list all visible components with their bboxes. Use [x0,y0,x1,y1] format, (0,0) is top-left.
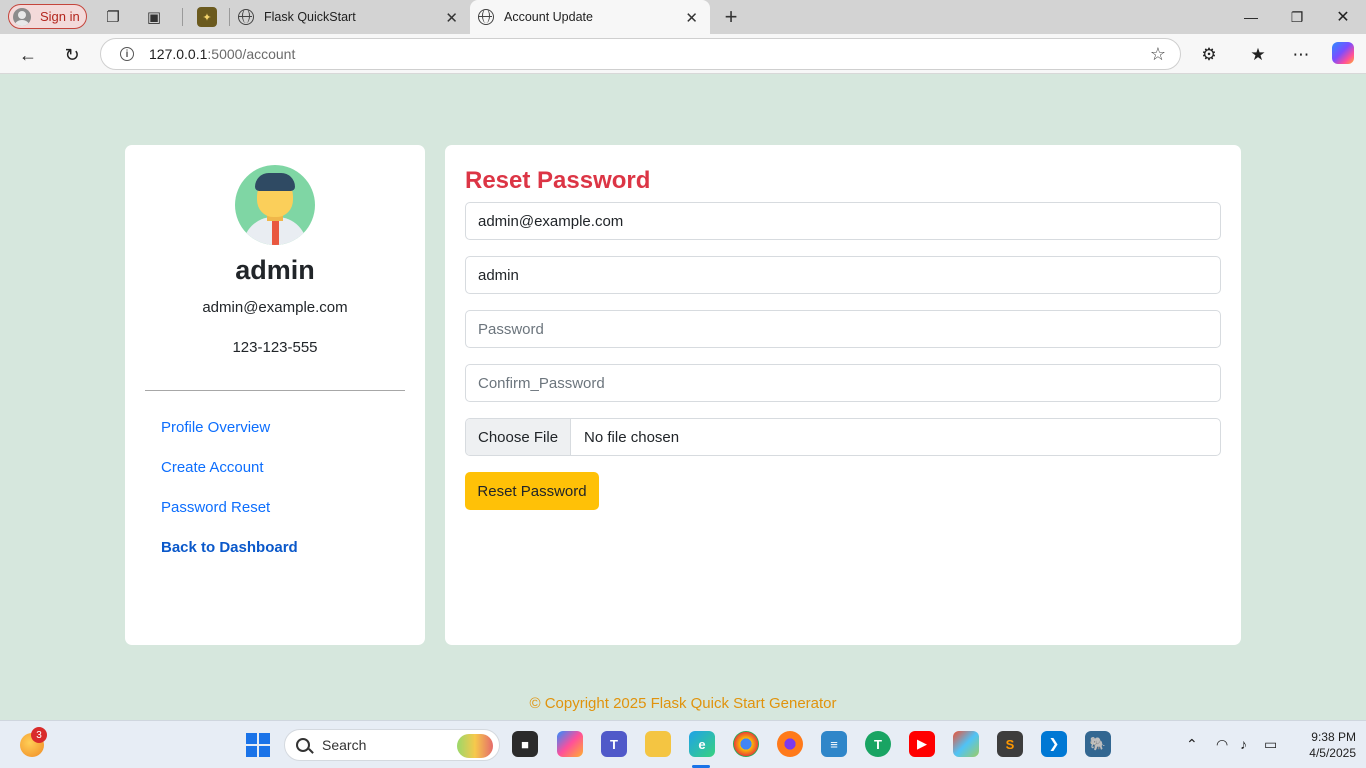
back-to-dashboard-link[interactable]: Back to Dashboard [161,539,298,556]
profile-overview-link[interactable]: Profile Overview [161,419,270,436]
browser-tab-bar: Sign in ❐ ▣ ✦ Flask QuickStart ✕ Account… [0,0,1366,34]
sublime-text-icon[interactable]: S [997,731,1023,757]
copilot-app-icon[interactable] [557,731,583,757]
taskbar-search[interactable]: Search [284,729,500,761]
wifi-icon[interactable]: ◠ [1216,736,1228,753]
restore-icon[interactable]: ❐ [1282,6,1312,28]
extensions-icon[interactable]: ⚙ [1197,43,1221,67]
new-tab-icon[interactable]: + [721,4,741,29]
minimize-icon[interactable]: — [1236,6,1266,28]
profile-email: admin@example.com [202,299,348,316]
password-field[interactable] [465,310,1221,348]
notification-badge: 3 [31,727,47,743]
tab-title: Account Update [504,10,593,24]
choose-file-button[interactable]: Choose File [466,419,572,455]
battery-icon[interactable]: ▭ [1264,736,1277,753]
profile-icon [13,7,31,26]
youtube-icon[interactable]: ▶ [909,731,935,757]
url-path: :5000/account [207,46,296,62]
firefox-icon[interactable] [777,731,803,757]
form-title: Reset Password [465,167,651,194]
close-window-icon[interactable]: ✕ [1328,6,1358,28]
pinned-tab-icon[interactable]: ✦ [197,7,217,27]
divider [145,390,405,391]
page-body: admin admin@example.com 123-123-555 Prof… [3,74,1363,717]
password-reset-link[interactable]: Password Reset [161,499,270,516]
globe-icon [478,9,494,25]
globe-icon [238,9,254,25]
favorites-icon[interactable]: ★ [1246,43,1270,67]
search-label: Search [322,737,367,753]
url-text: 127.0.0.1:5000/account [149,46,295,62]
postgresql-icon[interactable]: 🐘 [1085,731,1111,757]
copilot-icon[interactable] [1332,42,1354,64]
search-highlight-icon [457,734,493,758]
volume-icon[interactable]: ♪ [1240,736,1247,752]
search-icon [296,738,310,752]
tab-title: Flask QuickStart [264,10,356,24]
system-clock[interactable]: 9:38 PM 4/5/2025 [1290,729,1356,761]
tray-chevron-up-icon[interactable]: ⌃ [1186,736,1198,753]
reset-password-button[interactable]: Reset Password [465,472,599,510]
start-button[interactable] [246,733,270,757]
favorite-star-icon[interactable]: ☆ [1150,44,1166,65]
tab-actions-icon[interactable]: ▣ [144,7,164,27]
profile-card: admin admin@example.com 123-123-555 Prof… [125,145,425,645]
close-tab-icon[interactable]: ✕ [685,9,698,27]
sign-in-label: Sign in [40,9,80,24]
username-field[interactable] [465,256,1221,294]
clock-date: 4/5/2025 [1309,746,1356,760]
teams-icon[interactable]: T [601,731,627,757]
taskbar: 3 Search ■ T e ≡ T ▶ S ❯ 🐘 ⌃ ◠ ♪ ▭ 9:38 … [0,720,1366,768]
url-host: 127.0.0.1 [149,46,208,62]
tab-separator [182,8,183,26]
reset-password-card: Reset Password Choose File No file chose… [445,145,1241,645]
refresh-icon[interactable]: ↻ [60,43,84,67]
profile-name: admin [235,255,315,285]
sign-in-button[interactable]: Sign in [8,4,87,29]
file-status: No file chosen [584,428,680,446]
clock-time: 9:38 PM [1311,730,1356,744]
footer-copyright: © Copyright 2025 Flask Quick Start Gener… [529,695,837,712]
chrome-icon[interactable] [733,731,759,757]
workspaces-icon[interactable]: ❐ [103,7,123,27]
address-toolbar: ← ↻ i 127.0.0.1:5000/account ☆ ⚙ ★ ⋯ [0,34,1366,74]
site-info-icon[interactable]: i [120,47,134,61]
file-explorer-icon[interactable] [645,731,671,757]
task-view-icon[interactable]: ■ [512,731,538,757]
create-account-link[interactable]: Create Account [161,459,264,476]
avatar [235,165,315,245]
file-upload-field: Choose File No file chosen [465,418,1221,456]
back-arrow-icon[interactable]: ← [16,43,40,67]
email-field[interactable] [465,202,1221,240]
tab-flask-quickstart[interactable]: Flask QuickStart ✕ [230,0,470,34]
tab-account-update[interactable]: Account Update ✕ [470,0,710,34]
address-bar[interactable]: i 127.0.0.1:5000/account ☆ [100,38,1181,70]
close-tab-icon[interactable]: ✕ [445,9,458,27]
notepad-icon[interactable]: ≡ [821,731,847,757]
confirm-password-field[interactable] [465,364,1221,402]
vscode-icon[interactable]: ❯ [1041,731,1067,757]
profile-phone: 123-123-555 [232,339,318,356]
git-tool-icon[interactable] [953,731,979,757]
edge-icon[interactable]: e [689,731,715,757]
tableplus-icon[interactable]: T [865,731,891,757]
more-menu-icon[interactable]: ⋯ [1289,43,1313,67]
